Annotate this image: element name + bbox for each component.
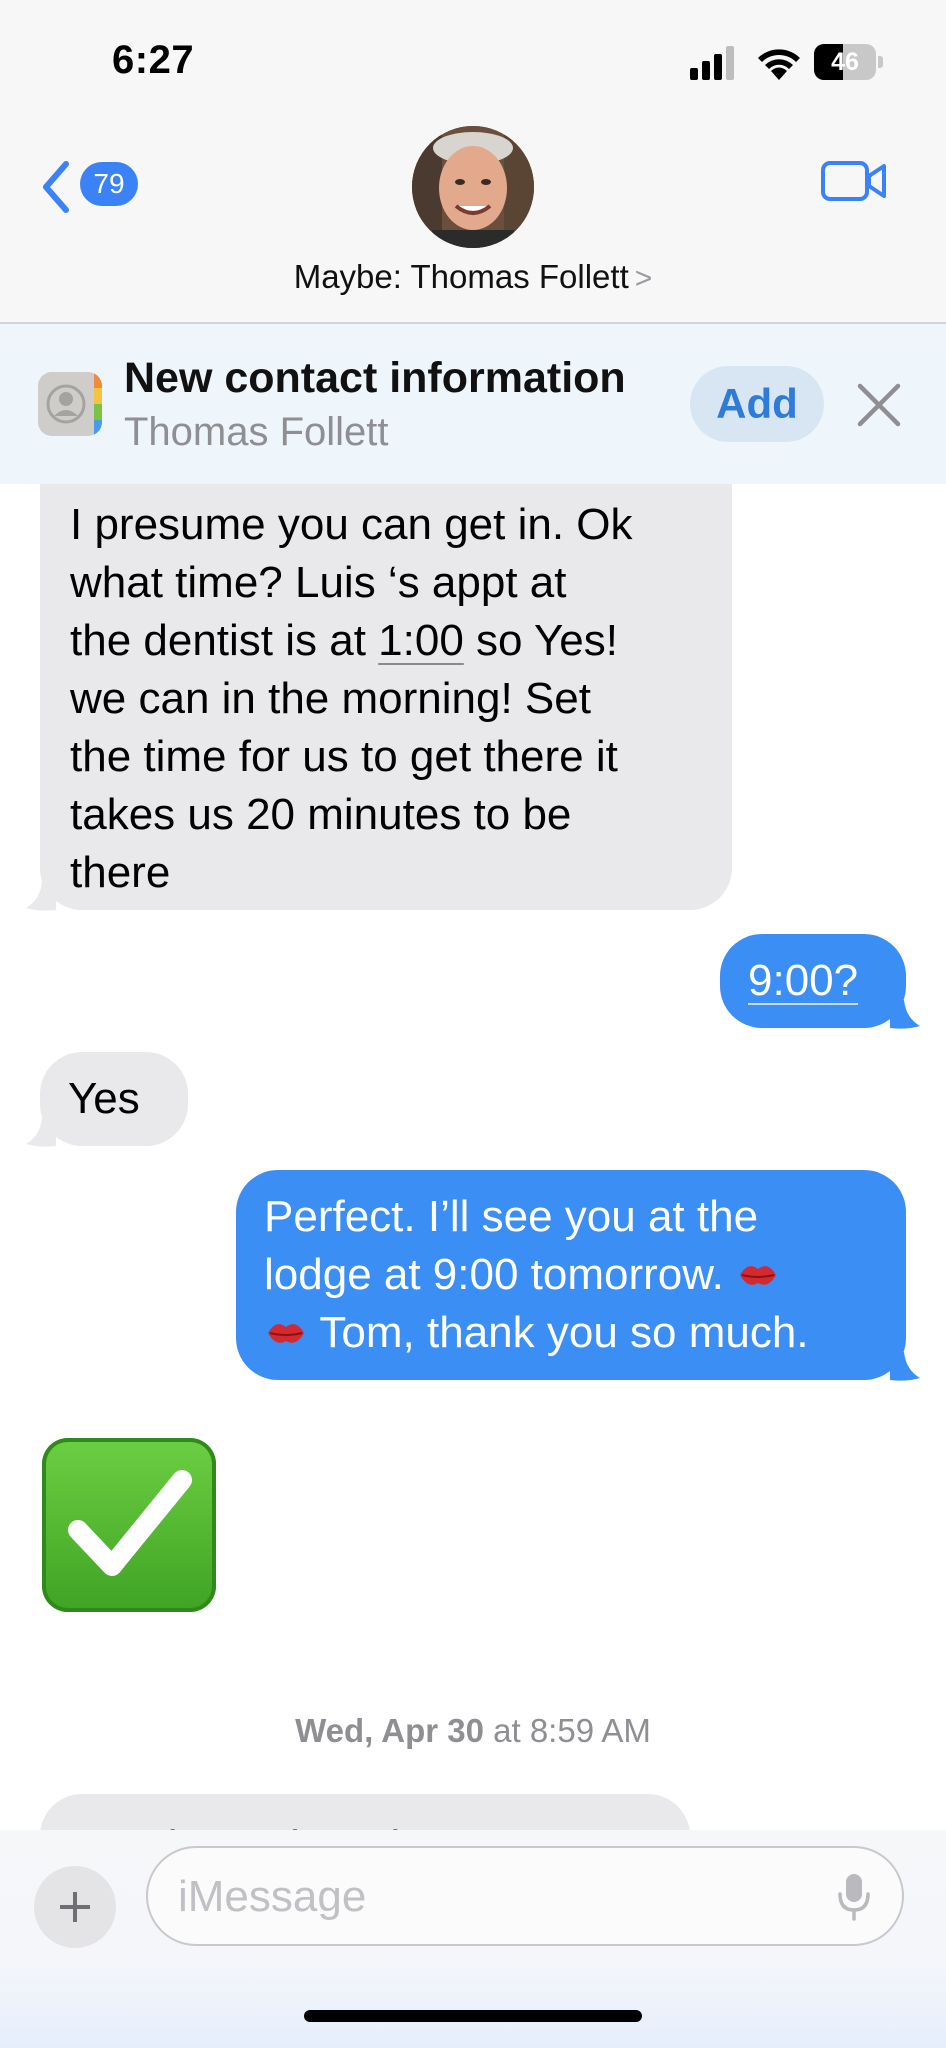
timestamp-divider: Wed, Apr 30 at 8:59 AM — [0, 1712, 946, 1750]
apps-plus-button[interactable] — [34, 1866, 116, 1948]
conversation-header: 79 Maybe: Thomas Follett > — [0, 120, 946, 324]
message-line: the dentist is at 1:00 so Yes! — [70, 612, 702, 670]
back-button[interactable]: 79 — [38, 156, 148, 216]
cellular-signal-icon — [690, 46, 734, 80]
bubble-tail — [26, 1118, 56, 1147]
timestamp-day: Wed, Apr 30 — [295, 1712, 484, 1749]
time-link[interactable]: 1:00 — [378, 616, 464, 665]
message-line: lodge at 9:00 tomorrow. — [264, 1246, 906, 1304]
bubble-tail — [26, 882, 56, 911]
banner-contact-name: Thomas Follett — [124, 410, 389, 454]
video-camera-icon[interactable] — [820, 158, 888, 204]
chevron-left-icon — [43, 161, 69, 213]
message-text: Yes — [68, 1074, 140, 1123]
contact-photo — [412, 126, 534, 248]
avatar[interactable] — [412, 126, 534, 248]
unread-count-badge: 79 — [80, 162, 138, 206]
contact-name-text: Maybe: Thomas Follett — [293, 258, 629, 295]
home-indicator[interactable] — [304, 2010, 642, 2022]
received-message[interactable]: Good Morning Kim — [40, 1794, 690, 1830]
message-line: I presume you can get in. Ok — [70, 500, 633, 549]
message-text: the dentist is at — [70, 616, 379, 665]
battery-level: 46 — [831, 48, 859, 76]
sent-message[interactable]: Perfect. I’ll see you at the lodge at 9:… — [236, 1170, 906, 1380]
check-mark-emoji-message[interactable] — [42, 1438, 216, 1612]
close-icon[interactable] — [856, 382, 902, 428]
message-text: lodge at 9:00 tomorrow. — [264, 1250, 737, 1299]
bubble-tail — [890, 1000, 920, 1029]
kiss-mark-icon — [740, 1266, 777, 1285]
wifi-icon — [758, 49, 800, 80]
new-contact-banner: New contact information Thomas Follett A… — [0, 324, 946, 484]
chevron-right-icon: > — [634, 262, 653, 295]
message-line: Tom, thank you so much. — [264, 1304, 906, 1362]
message-line: what time? Luis ‘s appt at — [70, 558, 567, 607]
message-text: Good Morning Kim — [70, 1822, 437, 1830]
bubble-tail — [890, 1352, 920, 1381]
message-input-placeholder: iMessage — [178, 1872, 367, 1921]
timestamp-time: at 8:59 AM — [483, 1712, 651, 1749]
battery-icon: 46 — [814, 44, 884, 80]
message-text: Tom, thank you so much. — [308, 1308, 809, 1357]
contacts-app-icon — [38, 372, 102, 436]
message-line: we can in the morning! Set — [70, 674, 591, 723]
banner-title: New contact information — [124, 354, 626, 402]
message-input[interactable]: iMessage — [146, 1846, 904, 1946]
sent-message[interactable]: 9:00? — [720, 934, 906, 1028]
message-text: so Yes! — [463, 616, 618, 665]
status-time: 6:27 — [112, 38, 195, 82]
received-message[interactable]: I presume you can get in. Ok what time? … — [40, 484, 732, 910]
status-bar: 6:27 46 — [0, 0, 946, 120]
kiss-mark-icon — [268, 1324, 304, 1343]
contact-name[interactable]: Maybe: Thomas Follett > — [0, 258, 946, 296]
message-line: the time for us to get there it — [70, 732, 618, 781]
add-contact-button[interactable]: Add — [690, 366, 824, 442]
microphone-icon[interactable] — [834, 1872, 874, 1922]
time-link[interactable]: 9:00? — [748, 956, 858, 1005]
message-line: there — [70, 848, 171, 897]
message-thread[interactable]: I presume you can get in. Ok what time? … — [0, 484, 946, 1830]
message-line: takes us 20 minutes to be — [70, 790, 572, 839]
received-message[interactable]: Yes — [40, 1052, 188, 1146]
check-mark-icon — [68, 1470, 192, 1576]
message-line: Perfect. I’ll see you at the — [264, 1192, 759, 1241]
